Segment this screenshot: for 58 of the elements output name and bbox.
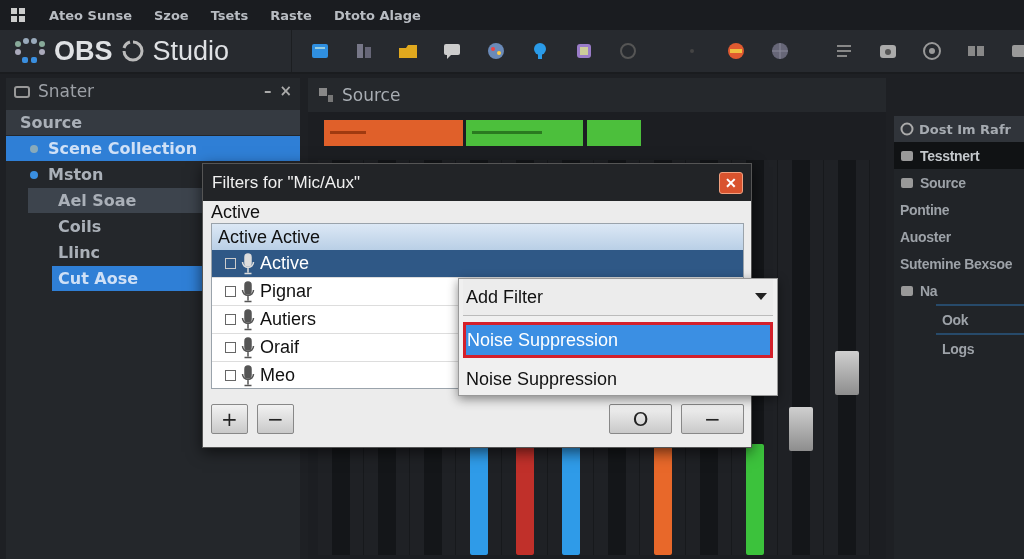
checkbox[interactable] — [225, 342, 236, 353]
close-button[interactable]: ✕ — [719, 171, 743, 194]
property-item[interactable]: Source — [894, 169, 1024, 196]
menu-item[interactable]: Tsets — [210, 7, 249, 23]
checkbox[interactable] — [225, 370, 236, 381]
property-item[interactable]: Auoster — [894, 223, 1024, 250]
clock-icon — [900, 122, 914, 136]
minimize-button[interactable]: – — [263, 82, 272, 100]
property-item[interactable]: Tesstnert — [894, 142, 1024, 169]
menu-item[interactable]: Szoe — [154, 7, 189, 23]
microphone-icon — [241, 252, 255, 275]
logo-icon — [12, 36, 46, 66]
toolbar-button[interactable]: + — [211, 404, 248, 434]
item-icon — [900, 175, 914, 190]
close-button[interactable]: × — [279, 82, 292, 100]
ring-icon — [120, 39, 145, 63]
source-tab[interactable]: Source — [308, 85, 411, 105]
app-title: OBS — [54, 35, 113, 67]
filter-row[interactable]: Active — [212, 250, 743, 278]
globe-icon[interactable] — [770, 41, 790, 61]
list-header: Active Active — [212, 224, 743, 250]
item-icon — [900, 283, 914, 298]
toolbar-button[interactable]: − — [257, 404, 294, 434]
panel-title: Snater — [38, 81, 96, 101]
fader-knob[interactable] — [834, 351, 859, 396]
app-menu-icon[interactable] — [11, 8, 25, 22]
microphone-icon — [241, 364, 255, 387]
checkbox[interactable] — [225, 314, 236, 325]
scene-icon — [14, 84, 30, 98]
property-item[interactable]: Pontine — [894, 196, 1024, 223]
item-icon — [900, 148, 914, 163]
window-icon[interactable] — [310, 41, 330, 61]
menu-item[interactable]: Dtoto Alage — [333, 7, 421, 23]
microphone-icon — [241, 308, 255, 331]
record-icon[interactable] — [922, 41, 942, 61]
fader-knob[interactable] — [788, 406, 813, 451]
checkbox[interactable] — [225, 286, 236, 297]
dot-icon — [30, 144, 38, 153]
property-item[interactable]: Logs — [894, 335, 1024, 362]
palette-icon[interactable] — [486, 41, 506, 61]
source-icon — [318, 87, 334, 103]
panel-title: Dost Im Rafr — [919, 121, 1011, 137]
scene-item[interactable]: Source — [6, 110, 300, 135]
app-title: Studio — [152, 35, 230, 67]
microphone-icon — [241, 280, 255, 303]
property-item[interactable]: Na — [894, 277, 1024, 304]
caret-icon — [755, 293, 767, 301]
chat-icon[interactable] — [442, 41, 462, 61]
menu-item[interactable]: Ateo Sunse — [49, 7, 132, 23]
property-item[interactable]: Sutemine Bexsoe — [894, 250, 1024, 277]
toolbar-button[interactable]: O — [609, 404, 672, 434]
property-item[interactable]: Ook — [936, 304, 1024, 335]
microphone-icon — [241, 336, 255, 359]
dot-icon — [30, 170, 38, 179]
toolbar-button[interactable]: − — [681, 404, 744, 434]
add-filter-dropdown[interactable]: Add Filter — [463, 279, 773, 316]
square-icon[interactable] — [574, 41, 594, 61]
menu-item[interactable]: Raste — [270, 7, 312, 23]
